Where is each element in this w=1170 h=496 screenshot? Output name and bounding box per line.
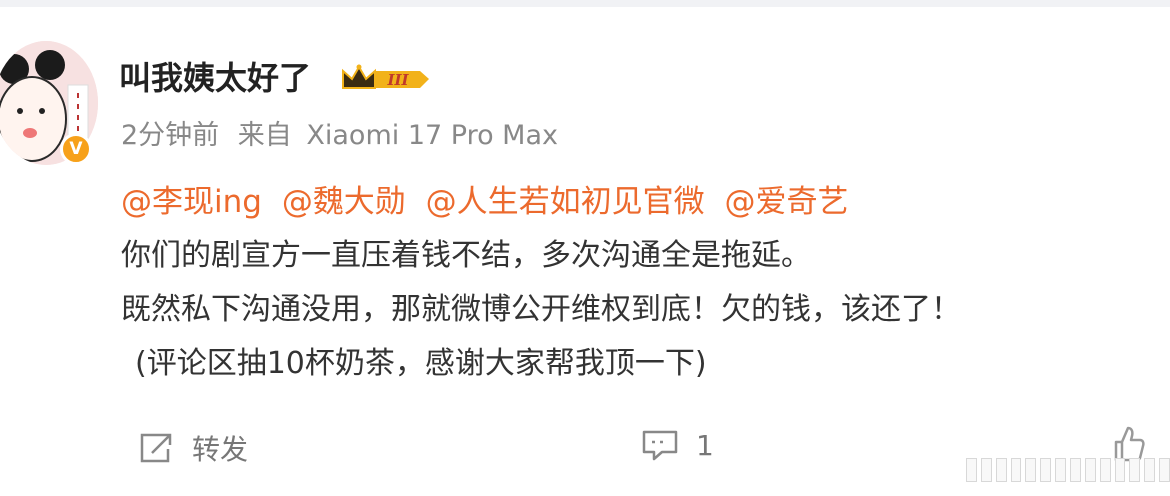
post-content: @李现ing @魏大勋 @人生若如初见官微 @爱奇艺 你们的剧宣方一直压着钱不结… xyxy=(121,180,1161,386)
comment-icon xyxy=(642,430,678,461)
mention-row: @李现ing @魏大勋 @人生若如初见官微 @爱奇艺 xyxy=(121,180,1161,224)
post-source-device: Xiaomi 17 Pro Max xyxy=(306,120,558,151)
avatar[interactable]: V xyxy=(0,41,98,165)
mention-link[interactable]: @爱奇艺 xyxy=(725,184,849,220)
member-crown-badge-icon[interactable]: III xyxy=(340,62,432,96)
verified-badge-icon: V xyxy=(60,133,92,165)
post-text-line: 既然私下沟通没用，那就微博公开维权到底！欠的钱，该还了！ xyxy=(121,292,961,327)
repost-icon xyxy=(140,433,172,463)
post-meta: 2分钟前 来自 Xiaomi 17 Pro Max xyxy=(121,118,558,154)
mention-link[interactable]: @人生若如初见官微 xyxy=(426,184,705,220)
comment-button[interactable]: 1 xyxy=(640,428,714,462)
repost-label: 转发 xyxy=(192,433,249,466)
watermark-strip xyxy=(966,455,1170,485)
post-text-line: 你们的剧宣方一直压着钱不结，多次沟通全是拖延。 xyxy=(121,238,811,273)
member-badge-level: III xyxy=(386,71,409,89)
repost-button[interactable]: 转发 xyxy=(138,428,248,468)
mention-link[interactable]: @魏大勋 xyxy=(282,184,406,220)
post-source-prefix: 来自 xyxy=(237,120,292,151)
username[interactable]: 叫我姨太好了 xyxy=(119,58,311,98)
mention-link[interactable]: @李现ing xyxy=(121,184,262,220)
post-time: 2分钟前 xyxy=(121,120,220,151)
top-divider-bar xyxy=(0,0,1170,7)
post-text-line: (评论区抽10杯奶茶，感谢大家帮我顶一下) xyxy=(135,346,707,381)
comment-count: 1 xyxy=(696,428,714,462)
